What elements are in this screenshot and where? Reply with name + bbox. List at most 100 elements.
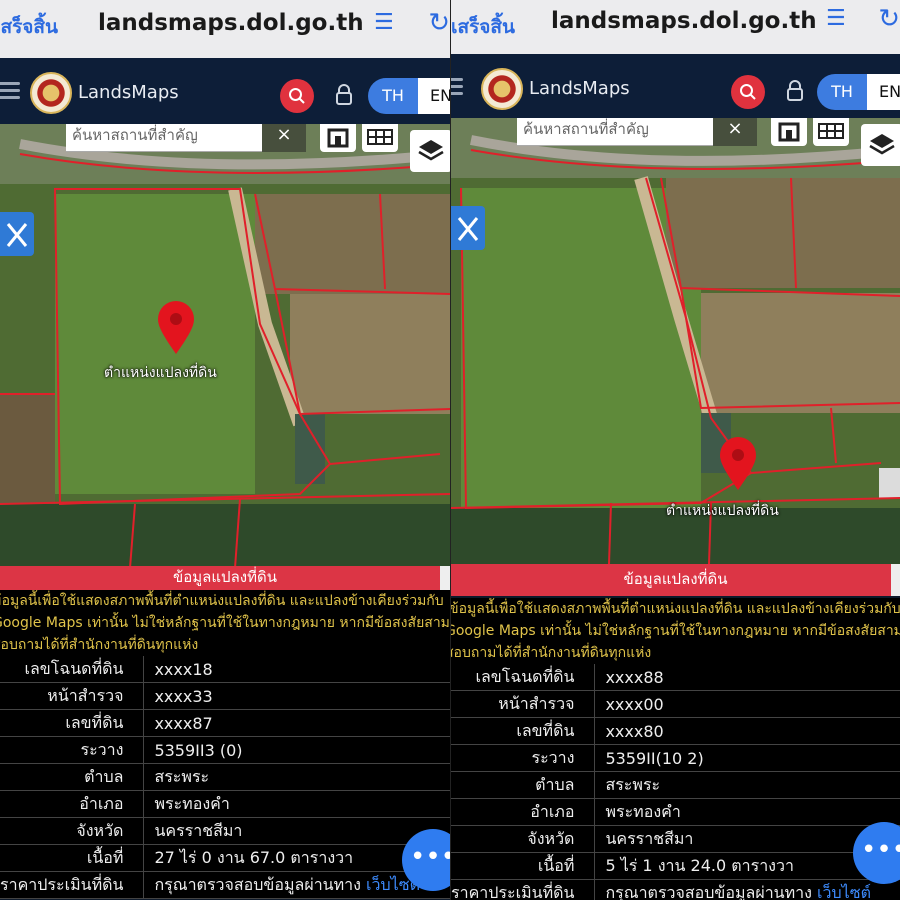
price-text: กรุณาตรวจสอบข้อมูลผ่านทาง	[154, 874, 367, 894]
done-button[interactable]: เสร็จสิ้น	[0, 12, 58, 42]
disclaimer-notice: ข้อมูลนี้เพื่อใช้แสดงสภาพพื้นที่ตำแหน่งแ…	[451, 598, 900, 668]
lock-icon[interactable]	[786, 80, 804, 102]
row-key: หน้าสำรวจ	[0, 682, 145, 710]
brand-name: LandsMaps	[78, 82, 179, 103]
table-row: ระวาง 5359II(10 2)	[451, 744, 900, 772]
notice-line-3: สอบถามได้ที่สำนักงานที่ดินทุกแห่ง	[451, 645, 652, 661]
table-row: ระวาง 5359II3 (0)	[0, 736, 450, 764]
dol-logo	[30, 72, 72, 114]
left-screenshot: เสร็จสิ้น landsmaps.dol.go.th ☰ ↻ LandsM…	[0, 0, 450, 900]
row-value: กรุณาตรวจสอบข้อมูลผ่านทาง เว็บไซต์	[143, 871, 450, 899]
row-value: xxxx87	[143, 709, 450, 737]
row-key: ราคาประเมินที่ดิน	[451, 879, 596, 900]
language-toggle[interactable]: TH EN	[368, 78, 450, 114]
row-key: เลขที่ดิน	[0, 709, 145, 737]
row-value: พระทองคำ	[143, 790, 450, 818]
search-button[interactable]	[280, 79, 314, 113]
table-row: เลขโฉนดที่ดิน xxxx18	[0, 656, 450, 683]
parcel-info-table: เลขโฉนดที่ดิน xxxx18 หน้าสำรวจ xxxx33 เลขท…	[0, 656, 450, 899]
row-key: หน้าสำรวจ	[451, 690, 596, 718]
price-text: กรุณาตรวจสอบข้อมูลผ่านทาง	[605, 882, 818, 900]
info-title-bar: ข้อมูลแปลงที่ดิน	[0, 566, 450, 590]
table-row: จังหวัด นครราชสีมา	[451, 825, 900, 853]
layers-icon[interactable]	[861, 124, 900, 166]
satellite-map[interactable]: ค้นหาสถานที่สำคัญ × ตำแหน่งแปลงที่ดิน	[451, 118, 900, 564]
app-header: LandsMaps TH EN	[0, 58, 450, 124]
row-value: พระทองคำ	[594, 798, 900, 826]
table-row: ตำบล สระพระ	[451, 771, 900, 799]
search-input[interactable]: ค้นหาสถานที่สำคัญ	[517, 118, 713, 146]
row-key: เลขที่ดิน	[451, 717, 596, 745]
map-imagery	[451, 118, 900, 564]
browser-bar: เสร็จสิ้น landsmaps.dol.go.th ☰ ↻	[451, 0, 900, 58]
satellite-map[interactable]: ค้นหาสถานที่สำคัญ × ตำแหน่งแปลงที่ดิน	[0, 124, 450, 568]
table-row: เนื้อที่ 5 ไร่ 1 งาน 24.0 ตารางวา	[451, 852, 900, 880]
url-text[interactable]: landsmaps.dol.go.th	[98, 10, 364, 36]
layers-icon[interactable]	[410, 130, 450, 172]
reload-icon[interactable]: ↻	[428, 8, 450, 38]
row-value: สระพระ	[143, 763, 450, 791]
building-icon[interactable]	[320, 124, 356, 152]
bar-divider	[891, 564, 900, 596]
reader-icon[interactable]: ☰	[826, 6, 850, 32]
done-button[interactable]: เสร็จสิ้น	[451, 12, 515, 42]
row-key: เลขโฉนดที่ดิน	[0, 656, 145, 683]
ruler-pencil-icon[interactable]	[451, 206, 485, 250]
row-value: xxxx33	[143, 682, 450, 710]
lang-en[interactable]: EN	[867, 74, 900, 110]
row-key: เนื้อที่	[451, 852, 596, 880]
row-key: อำเภอ	[0, 790, 145, 818]
table-row: หน้าสำรวจ xxxx00	[451, 690, 900, 718]
reload-icon[interactable]: ↻	[878, 4, 900, 34]
menu-icon[interactable]	[451, 74, 463, 98]
lang-en[interactable]: EN	[418, 78, 450, 114]
notice-line-3: สอบถามได้ที่สำนักงานที่ดินทุกแห่ง	[0, 637, 199, 653]
row-key: ตำบล	[451, 771, 596, 799]
row-key: ระวาง	[451, 744, 596, 772]
browser-bar: เสร็จสิ้น landsmaps.dol.go.th ☰ ↻	[0, 0, 450, 58]
row-value: xxxx00	[594, 690, 900, 718]
table-row: อำเภอ พระทองคำ	[0, 790, 450, 818]
table-row: เนื้อที่ 27 ไร่ 0 งาน 67.0 ตารางวา	[0, 844, 450, 872]
notice-line-1: ข้อมูลนี้เพื่อใช้แสดงสภาพพื้นที่ตำแหน่งแ…	[0, 593, 444, 609]
table-row: เลขโฉนดที่ดิน xxxx88	[451, 664, 900, 691]
table-row: ราคาประเมินที่ดิน กรุณาตรวจสอบข้อมูลผ่านท…	[0, 871, 450, 899]
language-toggle[interactable]: TH EN	[817, 74, 900, 110]
info-title-bar: ข้อมูลแปลงที่ดิน	[451, 564, 900, 596]
disclaimer-notice: ข้อมูลนี้เพื่อใช้แสดงสภาพพื้นที่ตำแหน่งแ…	[0, 590, 450, 660]
building-icon[interactable]	[771, 118, 807, 146]
search-icon	[289, 88, 305, 104]
table-row: เลขที่ดิน xxxx80	[451, 717, 900, 745]
search-button[interactable]	[731, 75, 765, 109]
grid-icon[interactable]	[362, 124, 398, 152]
row-key: ตำบล	[0, 763, 145, 791]
row-key: ระวาง	[0, 736, 145, 764]
website-link[interactable]: เว็บไซต์	[817, 883, 871, 900]
menu-icon[interactable]	[0, 78, 20, 102]
row-value: นครราชสีมา	[143, 817, 450, 845]
grid-icon[interactable]	[813, 118, 849, 146]
reader-icon[interactable]: ☰	[374, 10, 398, 36]
lang-th[interactable]: TH	[817, 74, 867, 110]
bar-divider	[440, 566, 450, 590]
row-key: จังหวัด	[451, 825, 596, 853]
dol-logo	[481, 68, 523, 110]
ruler-pencil-icon[interactable]	[0, 212, 34, 256]
table-row: เลขที่ดิน xxxx87	[0, 709, 450, 737]
app-header: LandsMaps TH EN	[451, 54, 900, 120]
lang-th[interactable]: TH	[368, 78, 418, 114]
clear-search-button[interactable]: ×	[713, 118, 757, 146]
url-text[interactable]: landsmaps.dol.go.th	[551, 8, 817, 34]
map-imagery	[0, 124, 450, 568]
row-value: 5359II(10 2)	[594, 744, 900, 772]
clear-search-button[interactable]: ×	[262, 124, 306, 152]
row-key: เนื้อที่	[0, 844, 145, 872]
table-row: ราคาประเมินที่ดิน กรุณาตรวจสอบข้อมูลผ่านท…	[451, 879, 900, 900]
lock-icon[interactable]	[335, 84, 353, 106]
search-input[interactable]: ค้นหาสถานที่สำคัญ	[66, 124, 262, 152]
notice-line-2: Google Maps เท่านั้น ไม่ใช่หลักฐานที่ใช้…	[451, 623, 900, 639]
brand-name: LandsMaps	[529, 78, 630, 99]
row-value: xxxx18	[143, 656, 450, 683]
row-key: ราคาประเมินที่ดิน	[0, 871, 145, 899]
table-row: หน้าสำรวจ xxxx33	[0, 682, 450, 710]
